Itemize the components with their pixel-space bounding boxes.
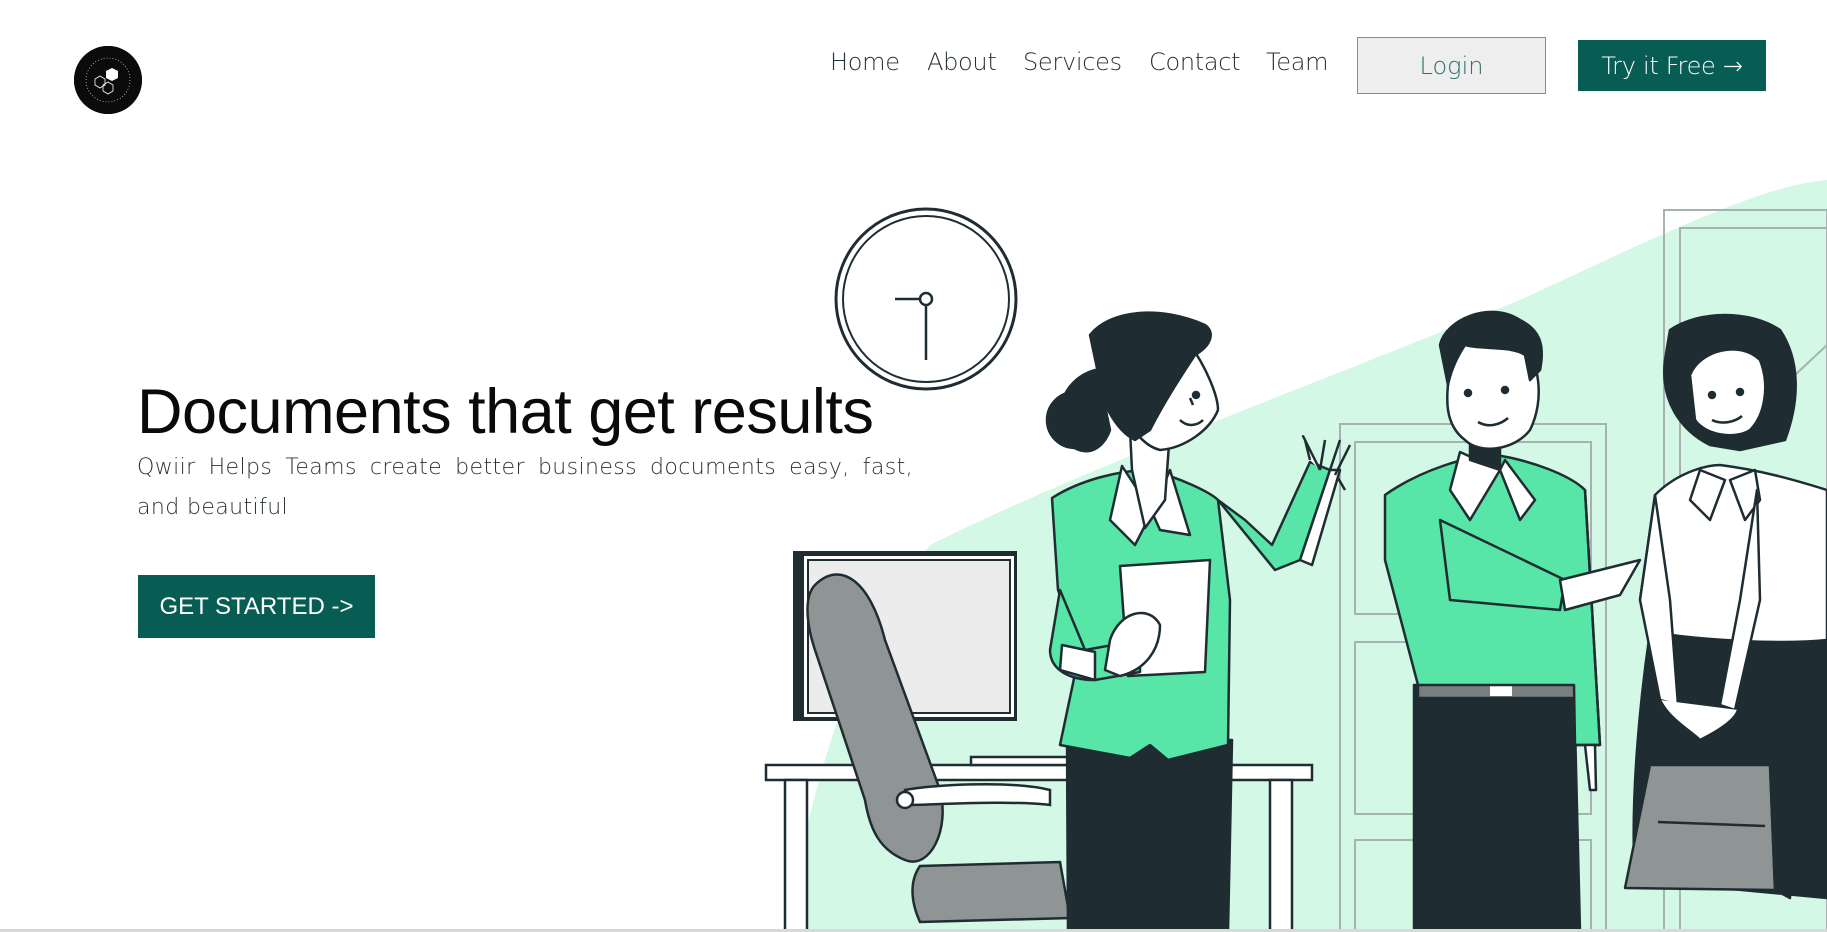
- login-button[interactable]: Login: [1357, 37, 1546, 94]
- hero-title: Documents that get results: [137, 377, 874, 447]
- mint-background-shape: [790, 180, 1827, 932]
- wall-clock-icon: [834, 207, 1018, 391]
- try-free-button[interactable]: Try it Free →: [1578, 40, 1766, 91]
- desk-monitor-icon: [793, 551, 1017, 721]
- woman-with-bag-figure: [1623, 313, 1827, 900]
- office-chair-icon: [806, 573, 1072, 924]
- door-icon: [1339, 209, 1827, 932]
- desk-icon: [764, 755, 1314, 932]
- nav-services[interactable]: Services: [1023, 48, 1122, 76]
- hero-subtitle: Qwiir Helps Teams create better business…: [137, 455, 913, 520]
- nav-team[interactable]: Team: [1266, 48, 1329, 76]
- get-started-button[interactable]: GET STARTED ->: [138, 575, 375, 638]
- nav-contact[interactable]: Contact: [1149, 48, 1241, 76]
- main-navigation: Home About Services Contact Team Login T…: [0, 34, 1827, 94]
- nav-home[interactable]: Home: [830, 48, 900, 76]
- nav-about[interactable]: About: [927, 48, 997, 76]
- man-figure: [1383, 310, 1642, 932]
- woman-with-paper-figure: [1045, 311, 1352, 932]
